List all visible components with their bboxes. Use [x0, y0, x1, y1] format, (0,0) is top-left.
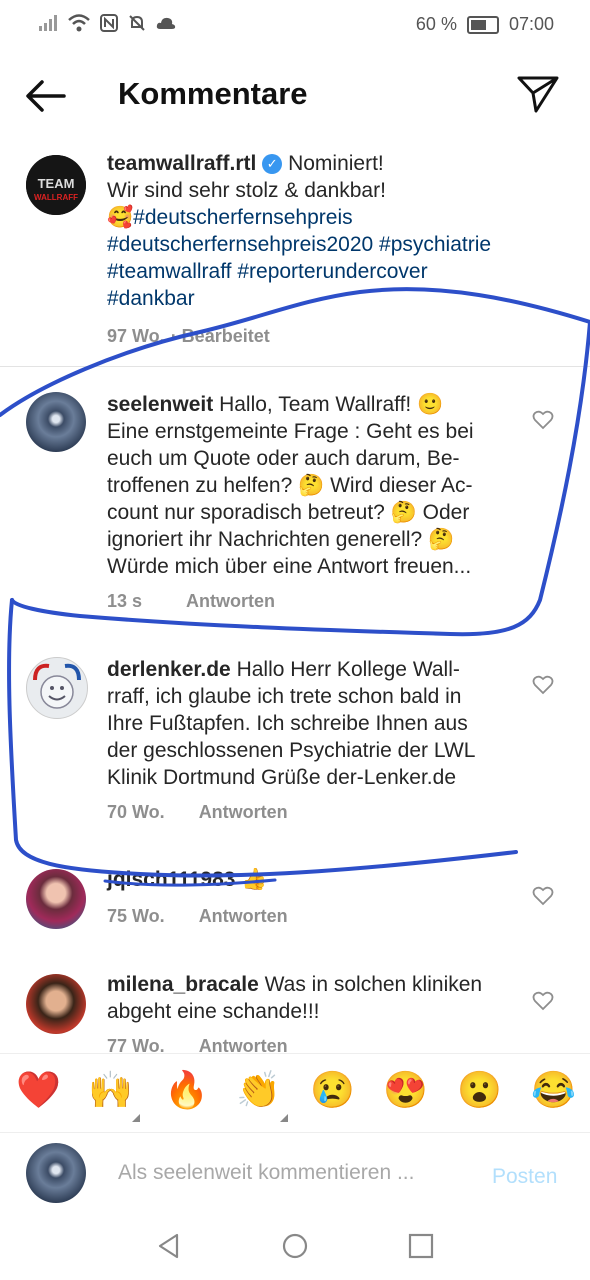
comment-line: Eine ernstgemeinte Frage : Geht es bei [107, 420, 474, 443]
reply-button[interactable]: Antworten [199, 1036, 288, 1053]
nav-recents-icon[interactable] [407, 1232, 435, 1260]
heart-eyes-emoji[interactable]: 😍 [383, 1068, 428, 1112]
post-button[interactable]: Posten [492, 1165, 557, 1189]
reply-button[interactable]: Antworten [199, 906, 288, 926]
smiling-hearts-emoji: 🥰 [107, 206, 134, 229]
verified-badge-icon: ✓ [262, 154, 283, 175]
avatar-teamwallraff[interactable]: TEAM WALLRAFF [26, 155, 86, 215]
comment-meta: 13 s Antworten [107, 591, 305, 612]
battery-percent: 60 % [415, 14, 457, 34]
avatar-jqlsch[interactable] [26, 869, 86, 929]
surprised-face-emoji[interactable]: 😮 [457, 1068, 502, 1112]
smiley-logo [33, 663, 81, 709]
comment-line: Hallo, Team Wallraff! 🙂 [219, 393, 444, 416]
comment-time: 13 s [107, 591, 143, 611]
battery-icon [466, 15, 499, 34]
comment-line: Ihre Fußtapfen. Ich schreibe Ihnen aus [107, 712, 468, 735]
team-wallraff-logo: TEAM WALLRAFF [26, 155, 86, 215]
status-icons-left [38, 14, 176, 32]
svg-text:TEAM: TEAM [38, 176, 75, 191]
current-user-avatar [26, 1143, 86, 1203]
variant-indicator [132, 1114, 140, 1122]
signal-icon [39, 15, 57, 31]
reply-button[interactable]: Antworten [199, 802, 288, 822]
comment-line: Würde mich über eine Antwort freuen... [107, 555, 472, 578]
nav-back-icon[interactable] [155, 1232, 183, 1260]
hashtag-link[interactable]: #teamwallraff #reporterundercover [107, 260, 428, 283]
comment-line: Klinik Dortmund Grüße der-Lenker.de [107, 766, 456, 789]
caption-line: Wir sind sehr stolz & dankbar! [107, 179, 386, 202]
comment-time: 70 Wo. [107, 802, 165, 822]
comment-username[interactable]: seelenweit [107, 393, 213, 416]
comment-line: count nur sporadisch betreut? 🤔 Oder [107, 501, 470, 524]
clock: 07:00 [508, 14, 554, 34]
caption-meta: 97 Wo. · Bearbeitet [107, 326, 300, 347]
comment-line: rraff, ich glaube ich trete schon bald i… [107, 685, 462, 708]
like-heart-icon[interactable] [532, 990, 554, 1012]
hashtag-link[interactable]: #deutscherfernsehpreis [133, 206, 352, 229]
comment-line: abgeht eine schande!!! [107, 1000, 320, 1023]
comment-username[interactable]: milena_bracale [107, 973, 259, 996]
clapping-hands-emoji[interactable]: 👏 [236, 1068, 281, 1112]
comment-line: troffenen zu helfen? 🤔 Wird dieser Ac- [107, 474, 473, 497]
wifi-icon [68, 14, 90, 32]
comment-username[interactable]: derlenker.de [107, 658, 231, 681]
comment-text: milena_bracale Was in solchen kliniken a… [107, 971, 507, 1025]
system-nav-bar [0, 1212, 590, 1280]
thumbs-up-emoji: 👍 [241, 868, 268, 891]
hashtag-link[interactable]: #dankbar [107, 287, 195, 310]
comment-text: jqlsch111983 👍 [107, 866, 507, 893]
comment-line: der geschlossenen Psychiatrie der LWL [107, 739, 476, 762]
comment-line: euch um Quote oder auch darum, Be- [107, 447, 460, 470]
variant-indicator [280, 1114, 288, 1122]
like-heart-icon[interactable] [532, 885, 554, 907]
comment-meta: 70 Wo. Antworten [107, 802, 318, 823]
raising-hands-emoji[interactable]: 🙌 [88, 1068, 133, 1112]
nfc-icon [100, 14, 118, 32]
comment-time: 75 Wo. [107, 906, 165, 926]
red-heart-emoji[interactable]: ❤️ [16, 1068, 61, 1112]
avatar-seelenweit[interactable] [26, 392, 86, 452]
comment-line: Hallo Herr Kollege Wall- [236, 658, 460, 681]
crying-face-emoji[interactable]: 😢 [310, 1068, 355, 1112]
emoji-quick-bar: ❤️ 🙌 🔥 👏 😢 😍 😮 😂 [0, 1053, 590, 1132]
svg-text:WALLRAFF: WALLRAFF [34, 193, 78, 202]
comment-username[interactable]: jqlsch111983 [107, 868, 235, 891]
hashtag-link[interactable]: #deutscherfernsehpreis2020 #psychiatrie [107, 233, 491, 256]
comment-line: ignoriert ihr Nachrichten generell? 🤔 [107, 528, 455, 551]
avatar-derlenker[interactable] [26, 657, 88, 719]
comment-text: derlenker.de Hallo Herr Kollege Wall- rr… [107, 656, 507, 791]
send-direct-icon[interactable] [516, 74, 560, 114]
status-icons-right: 60 % 07:00 [416, 14, 554, 35]
back-arrow-icon[interactable] [22, 76, 68, 116]
like-heart-icon[interactable] [532, 674, 554, 696]
tears-of-joy-emoji[interactable]: 😂 [531, 1068, 576, 1112]
comment-meta: 77 Wo. Antworten [107, 1036, 318, 1053]
cloud-icon [156, 17, 176, 29]
reply-button[interactable]: Antworten [186, 591, 275, 611]
comment-input-row: Als seelenweit kommentieren ... Posten [0, 1132, 590, 1213]
caption-text: teamwallraff.rtl ✓ Nominiert! Wir sind s… [107, 150, 547, 312]
comment-meta: 75 Wo. Antworten [107, 906, 318, 927]
avatar-milena[interactable] [26, 974, 86, 1034]
like-heart-icon[interactable] [532, 409, 554, 431]
status-bar: 60 % 07:00 [0, 0, 590, 50]
divider [0, 366, 590, 367]
header: Kommentare [0, 62, 590, 128]
caption-line: Nominiert! [288, 152, 384, 175]
page-title: Kommentare [118, 76, 308, 111]
mute-bell-icon [129, 15, 145, 31]
caption-edited: · Bearbeitet [170, 326, 270, 346]
fire-emoji[interactable]: 🔥 [164, 1068, 209, 1112]
caption-username[interactable]: teamwallraff.rtl [107, 152, 256, 175]
caption-time: 97 Wo. [107, 326, 165, 346]
nav-home-icon[interactable] [281, 1232, 309, 1260]
comment-line: Was in solchen kliniken [264, 973, 483, 996]
comment-time: 77 Wo. [107, 1036, 165, 1053]
comment-input[interactable]: Als seelenweit kommentieren ... [118, 1161, 414, 1185]
comment-text: seelenweit Hallo, Team Wallraff! 🙂 Eine … [107, 391, 507, 580]
